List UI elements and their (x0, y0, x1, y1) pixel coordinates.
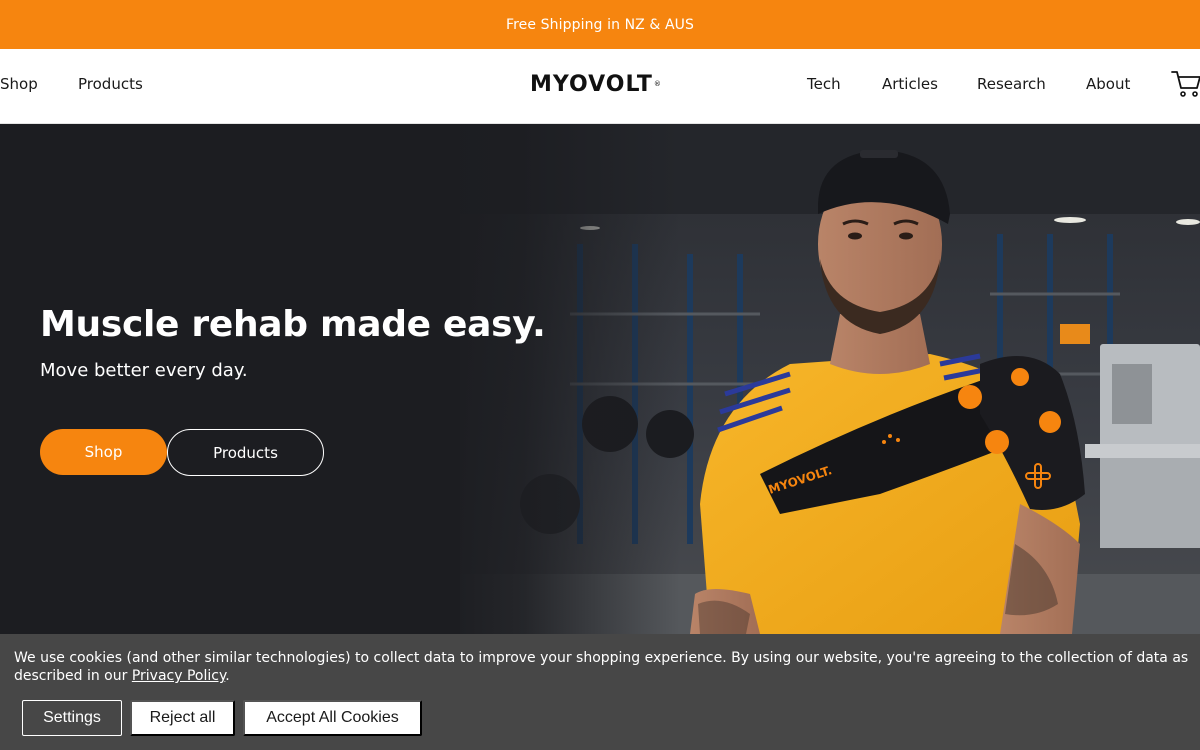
hero-subtitle: Move better every day. (40, 360, 248, 381)
cookie-message: We use cookies (and other similar techno… (14, 649, 1190, 685)
cookie-settings-button[interactable]: Settings (22, 700, 122, 736)
nav-link-shop[interactable]: Shop (0, 75, 38, 93)
hero-gradient-overlay (440, 124, 680, 634)
hero-shop-button[interactable]: Shop (40, 429, 167, 475)
hero-products-button[interactable]: Products (167, 429, 324, 476)
announcement-text: Free Shipping in NZ & AUS (506, 16, 694, 33)
nav-link-tech[interactable]: Tech (807, 75, 841, 93)
logo-registered-mark: ® (653, 80, 661, 88)
nav-link-products[interactable]: Products (78, 75, 143, 93)
logo-text: MYOVOLT (530, 71, 653, 97)
cookie-message-end: . (225, 668, 230, 684)
hero-section: MYOVOLT. Muscle rehab made easy. Move be… (0, 124, 1200, 634)
hero-title: Muscle rehab made easy. (40, 304, 546, 345)
nav-link-research[interactable]: Research (977, 75, 1046, 93)
cart-icon[interactable] (1170, 69, 1200, 99)
cookie-accept-all-button[interactable]: Accept All Cookies (243, 700, 422, 736)
cookie-reject-all-button[interactable]: Reject all (130, 700, 235, 736)
nav-link-articles[interactable]: Articles (882, 75, 938, 93)
site-header: Shop Products MYOVOLT ® Tech Articles Res… (0, 49, 1200, 124)
privacy-policy-link[interactable]: Privacy Policy (132, 668, 225, 684)
brand-logo[interactable]: MYOVOLT ® (530, 69, 672, 99)
nav-link-about[interactable]: About (1086, 75, 1130, 93)
announcement-bar: Free Shipping in NZ & AUS (0, 0, 1200, 49)
cookie-banner: We use cookies (and other similar techno… (0, 634, 1200, 750)
